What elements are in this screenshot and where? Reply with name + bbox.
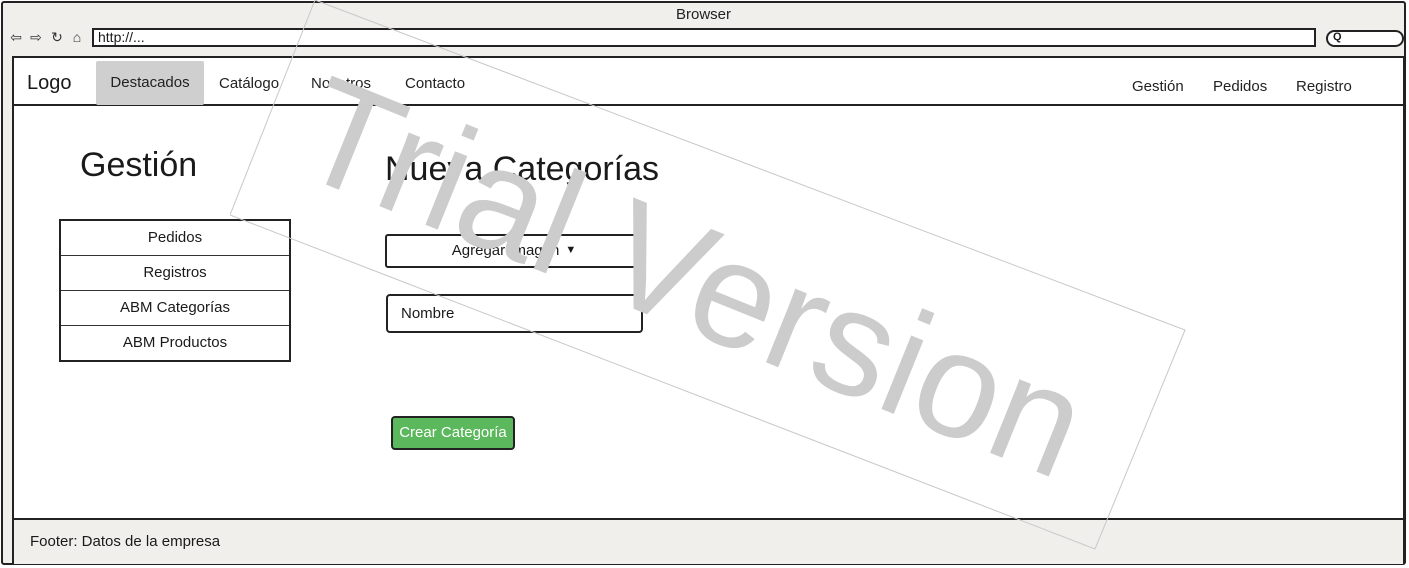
logo[interactable]: Logo (27, 72, 72, 95)
nav-item-catalogo[interactable]: Catálogo (219, 75, 279, 92)
footer: Footer: Datos de la empresa (14, 518, 1403, 564)
window-title: Browser (675, 6, 731, 23)
reload-icon[interactable]: ↻ (50, 29, 64, 45)
sidebar-item-abm-productos[interactable]: ABM Productos (61, 326, 289, 361)
nav-item-destacados[interactable]: Destacados (96, 61, 204, 105)
name-field[interactable]: Nombre (386, 294, 643, 333)
add-image-button[interactable]: Agregar Imagen ▼ (385, 234, 643, 268)
nav-item-pedidos[interactable]: Pedidos (1213, 78, 1267, 95)
create-category-button[interactable]: Crear Categoría (391, 416, 515, 450)
sidebar-item-pedidos[interactable]: Pedidos (61, 221, 289, 256)
home-icon[interactable]: ⌂ (70, 29, 84, 45)
search-icon: Q (1333, 31, 1342, 43)
sidebar-menu: Pedidos Registros ABM Categorías ABM Pro… (59, 219, 291, 362)
chevron-down-icon: ▼ (565, 244, 577, 256)
add-image-label: Agregar Imagen (451, 242, 560, 259)
browser-search-box[interactable]: Q (1326, 30, 1404, 47)
nav-item-gestion[interactable]: Gestión (1132, 78, 1184, 95)
page-title: Nueva Categorías (385, 150, 660, 188)
page-content: Logo Destacados Catálogo Nosotros Contac… (12, 56, 1405, 564)
browser-window: Browser ⇦ ⇨ ↻ ⌂ http://... Q Logo Destac… (1, 1, 1406, 565)
nav-item-nosotros[interactable]: Nosotros (311, 75, 371, 92)
forward-icon[interactable]: ⇨ (29, 29, 43, 45)
back-icon[interactable]: ⇦ (9, 29, 23, 45)
top-navigation: Logo Destacados Catálogo Nosotros Contac… (14, 58, 1403, 106)
sidebar-title: Gestión (80, 146, 198, 184)
nav-item-registro[interactable]: Registro (1296, 78, 1352, 95)
sidebar-item-registros[interactable]: Registros (61, 256, 289, 291)
sidebar-item-abm-categorias[interactable]: ABM Categorías (61, 291, 289, 326)
nav-item-contacto[interactable]: Contacto (405, 75, 465, 92)
url-bar[interactable]: http://... (92, 28, 1316, 47)
